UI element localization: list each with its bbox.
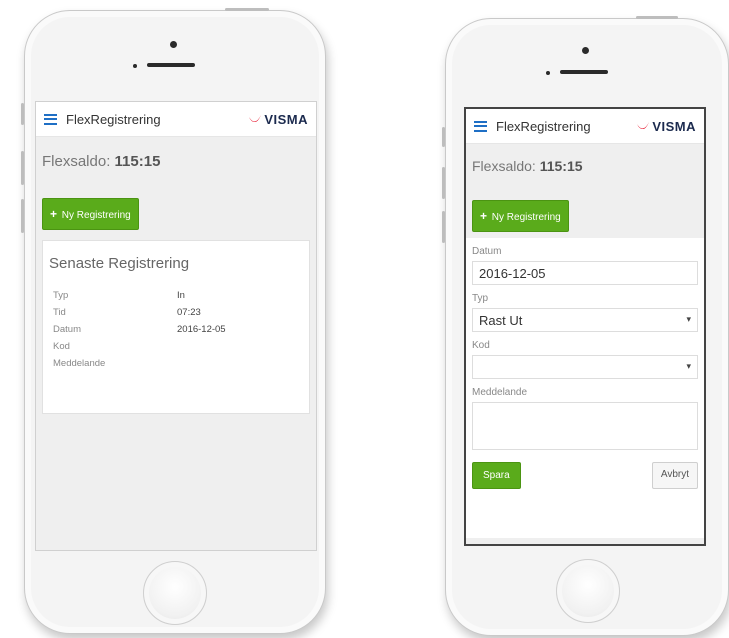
- typ-value: Rast Ut: [479, 312, 523, 328]
- logo-text: VISMA: [652, 118, 696, 134]
- menu-icon[interactable]: [474, 120, 487, 132]
- cancel-button[interactable]: Avbryt: [651, 462, 698, 489]
- visma-logo: VISMA: [636, 119, 696, 134]
- app-header: FlexRegistrering VISMA: [466, 109, 704, 144]
- new-registration-label: Ny Registrering: [491, 212, 561, 223]
- volume-down-button: [442, 211, 445, 243]
- datum-value: 2016-12-05: [479, 265, 546, 281]
- new-registration-button[interactable]: + Ny Registrering: [472, 200, 569, 232]
- save-button[interactable]: Spara: [472, 462, 521, 489]
- visma-swoosh-icon: [637, 122, 650, 129]
- info-label: Tid: [53, 307, 66, 318]
- info-value: In: [177, 290, 185, 301]
- app-screen-overview: FlexRegistrering VISMA Flexsaldo: 115:15…: [35, 101, 317, 551]
- info-row: Typ In: [43, 290, 309, 307]
- volume-down-button: [21, 199, 24, 233]
- plus-icon: +: [50, 207, 58, 221]
- volume-up-button: [442, 167, 445, 199]
- flexsaldo-value: 115:15: [114, 153, 161, 170]
- flexsaldo-label: Flexsaldo:: [42, 153, 111, 170]
- app-title: FlexRegistrering: [66, 111, 161, 127]
- info-value: 2016-12-05: [177, 324, 226, 335]
- info-row: Tid 07:23: [43, 307, 309, 324]
- home-button: [556, 559, 620, 623]
- app-screen-form: FlexRegistrering VISMA Flexsaldo: 115:15…: [464, 107, 706, 546]
- power-button: [636, 16, 678, 19]
- power-button: [225, 8, 269, 11]
- visma-swoosh-icon: [249, 115, 262, 122]
- flexsaldo-display: Flexsaldo: 115:15: [36, 137, 316, 170]
- flexsaldo-value: 115:15: [539, 158, 583, 174]
- typ-label: Typ: [472, 293, 489, 304]
- dropdown-arrow-icon: ▾: [686, 314, 691, 324]
- speaker-grille: [560, 70, 608, 74]
- info-label: Meddelande: [53, 358, 106, 369]
- proximity-sensor: [546, 71, 550, 75]
- visma-logo: VISMA: [248, 112, 308, 127]
- mute-switch: [442, 127, 445, 147]
- new-registration-button[interactable]: + Ny Registrering: [42, 198, 139, 230]
- registration-form: Datum 2016-12-05 Typ Rast Ut ▾ Kod ▾ Med…: [466, 238, 704, 538]
- speaker-grille: [147, 63, 195, 67]
- dropdown-arrow-icon: ▾: [686, 361, 691, 371]
- front-camera: [582, 47, 589, 54]
- flexsaldo-display: Flexsaldo: 115:15: [466, 144, 704, 174]
- typ-select[interactable]: Rast Ut ▾: [472, 308, 698, 332]
- info-row: Meddelande: [43, 358, 309, 375]
- info-label: Kod: [53, 341, 70, 352]
- info-row: Datum 2016-12-05: [43, 324, 309, 341]
- latest-registration-card: Senaste Registrering Typ In Tid 07:23 Da…: [42, 240, 310, 414]
- phone-frame-left: FlexRegistrering VISMA Flexsaldo: 115:15…: [21, 8, 326, 634]
- info-value: 07:23: [177, 307, 201, 318]
- menu-icon[interactable]: [44, 113, 57, 125]
- datum-label: Datum: [472, 246, 502, 257]
- card-title: Senaste Registrering: [49, 255, 190, 272]
- meddelande-label: Meddelande: [472, 387, 528, 398]
- mute-switch: [21, 103, 24, 125]
- new-registration-label: Ny Registrering: [61, 210, 131, 221]
- home-button: [143, 561, 207, 625]
- app-header: FlexRegistrering VISMA: [36, 102, 316, 137]
- logo-text: VISMA: [264, 111, 308, 127]
- kod-select[interactable]: ▾: [472, 355, 698, 379]
- flexsaldo-label: Flexsaldo:: [472, 158, 536, 174]
- front-camera: [170, 41, 177, 48]
- info-label: Typ: [53, 290, 69, 301]
- proximity-sensor: [133, 64, 137, 68]
- info-row: Kod: [43, 341, 309, 358]
- datum-input[interactable]: 2016-12-05: [472, 261, 698, 285]
- plus-icon: +: [480, 209, 488, 223]
- app-title: FlexRegistrering: [496, 118, 591, 134]
- meddelande-textarea[interactable]: [472, 402, 698, 450]
- volume-up-button: [21, 151, 24, 185]
- kod-label: Kod: [472, 340, 490, 351]
- phone-frame-right: FlexRegistrering VISMA Flexsaldo: 115:15…: [442, 16, 729, 636]
- info-label: Datum: [53, 324, 81, 335]
